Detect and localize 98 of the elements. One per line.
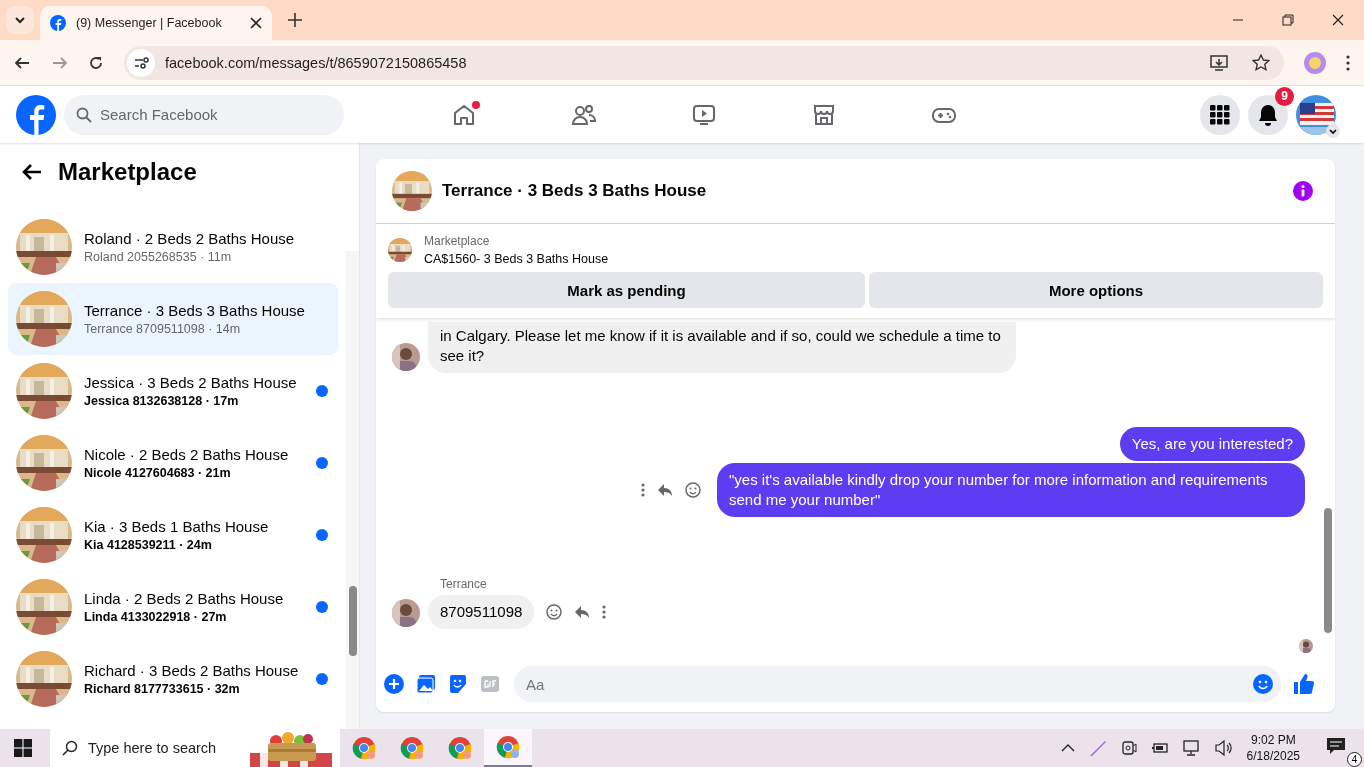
browser-icon bbox=[448, 736, 472, 760]
reload-icon[interactable] bbox=[88, 54, 104, 71]
grid-icon bbox=[1210, 104, 1230, 125]
browser-icon bbox=[352, 736, 376, 760]
notification-dot bbox=[472, 100, 480, 109]
video-icon bbox=[692, 102, 716, 127]
site-settings-icon[interactable] bbox=[127, 48, 155, 77]
message-bubble: in Calgary. Please let me know if it is available and if so, could we schedule a time to see it? bbox=[428, 322, 1016, 373]
conversation-item[interactable]: Nicole · 2 Beds 2 Baths House Nicole 4127604683 · 21m bbox=[8, 427, 338, 499]
reply-icon[interactable] bbox=[657, 482, 673, 498]
conversation-title: Kia · 3 Beds 1 Baths House bbox=[84, 518, 270, 535]
taskbar-app[interactable] bbox=[484, 729, 532, 767]
conversation-item[interactable]: Kia · 3 Beds 1 Baths House Kia 4128539211 · 24m bbox=[8, 499, 338, 571]
browser-icon bbox=[400, 736, 424, 760]
unread-dot bbox=[316, 673, 328, 685]
conversation-preview: Nicole 4127604683 · 21m bbox=[84, 466, 232, 480]
menu-button[interactable] bbox=[1200, 94, 1240, 135]
conversation-title: Linda · 2 Beds 2 Baths House bbox=[84, 590, 285, 607]
store-icon bbox=[812, 102, 836, 127]
notification-badge: 9 bbox=[1275, 86, 1294, 106]
info-icon[interactable] bbox=[1293, 181, 1313, 201]
unread-dot bbox=[316, 529, 328, 541]
scrollbar[interactable] bbox=[346, 251, 359, 729]
facebook-logo-icon bbox=[50, 15, 66, 31]
caret-icon bbox=[14, 14, 26, 26]
conversation-item[interactable]: Roland · 2 Beds 2 Baths House Roland 2055268535 · 11m bbox=[8, 211, 338, 283]
browser-icon bbox=[496, 735, 520, 759]
unread-dot bbox=[316, 457, 328, 469]
more-icon[interactable] bbox=[641, 483, 645, 497]
message-bubble: Yes, are you interested? bbox=[1119, 427, 1305, 461]
reply-icon[interactable] bbox=[574, 604, 591, 620]
search-field[interactable]: Search Facebook bbox=[64, 94, 344, 135]
pen-icon[interactable] bbox=[1088, 739, 1107, 757]
conversation-preview: Linda 4133022918 · 27m bbox=[84, 610, 228, 624]
install-icon[interactable] bbox=[1210, 53, 1228, 72]
star-icon[interactable] bbox=[1252, 53, 1270, 72]
restore-icon[interactable] bbox=[1282, 14, 1294, 26]
clock[interactable]: 9:02 PM 6/18/2025 bbox=[1246, 732, 1300, 764]
conversation-preview: Roland 2055268535 · 11m bbox=[84, 250, 233, 264]
bell-icon bbox=[1258, 103, 1278, 126]
plus-icon[interactable] bbox=[384, 674, 404, 694]
back-icon[interactable] bbox=[22, 162, 42, 181]
emoji-icon[interactable] bbox=[685, 482, 701, 498]
chevron-up-icon[interactable] bbox=[1060, 743, 1075, 753]
notifications-icon[interactable] bbox=[1326, 737, 1346, 755]
unread-dot bbox=[316, 601, 328, 613]
more-icon[interactable] bbox=[602, 605, 607, 619]
sticker-icon[interactable] bbox=[448, 674, 468, 694]
people-icon bbox=[571, 102, 597, 127]
conversation-preview: Richard 8177733615 · 32m bbox=[84, 682, 241, 696]
conversation-title: Richard · 3 Beds 2 Baths House bbox=[84, 662, 300, 679]
sidebar-title: Marketplace bbox=[58, 157, 197, 186]
back-icon[interactable] bbox=[14, 54, 30, 71]
conversation-title: Jessica · 3 Beds 2 Baths House bbox=[84, 374, 298, 391]
menu-icon[interactable] bbox=[1346, 54, 1350, 71]
forward-icon[interactable] bbox=[52, 54, 68, 71]
chat-title: Terrance · 3 Beds 3 Baths House bbox=[442, 181, 707, 201]
conversation-preview: Terrance 8709511098 · 14m bbox=[84, 322, 242, 336]
listing-title: CA$1560- 3 Beds 3 Baths House bbox=[424, 252, 609, 266]
image-icon[interactable] bbox=[416, 674, 436, 694]
conversation-title: Terrance · 3 Beds 3 Baths House bbox=[84, 302, 306, 319]
close-icon[interactable] bbox=[1332, 14, 1344, 26]
search-icon bbox=[76, 106, 92, 123]
conversation-item[interactable]: Jessica · 3 Beds 2 Baths House Jessica 8132638128 · 17m bbox=[8, 355, 338, 427]
thumbs-up-icon[interactable] bbox=[1293, 673, 1315, 695]
home-icon bbox=[452, 102, 476, 127]
conversation-item[interactable]: Richard · 3 Beds 2 Baths House Richard 8177733615 · 32m bbox=[8, 643, 338, 715]
search-icon bbox=[62, 740, 78, 756]
address-bar[interactable]: facebook.com/messages/t/8659072150865458 bbox=[124, 45, 1284, 80]
url-text: facebook.com/messages/t/8659072150865458 bbox=[165, 54, 467, 71]
network-icon[interactable] bbox=[1182, 740, 1201, 756]
facebook-logo-icon[interactable] bbox=[16, 94, 56, 135]
conversation-item[interactable]: Linda · 2 Beds 2 Baths House Linda 4133022918 · 27m bbox=[8, 571, 338, 643]
browser-tab[interactable]: (9) Messenger | Facebook bbox=[40, 6, 272, 40]
listing-action-button[interactable]: Mark as pending bbox=[388, 272, 865, 308]
listing-action-button[interactable]: More options bbox=[869, 272, 1323, 308]
battery-icon[interactable] bbox=[1150, 741, 1169, 755]
close-icon[interactable] bbox=[250, 17, 262, 29]
speaker-icon[interactable] bbox=[1214, 740, 1233, 756]
new-tab-icon[interactable] bbox=[288, 13, 302, 27]
message-field[interactable]: Aa bbox=[514, 666, 1281, 702]
conversation-item[interactable]: Terrance · 3 Beds 3 Baths House Terrance 8709511098 · 14m bbox=[8, 283, 338, 355]
message-bubble: 8709511098 bbox=[428, 595, 535, 629]
sender-name: Terrance bbox=[440, 577, 488, 591]
conversation-title: Nicole · 2 Beds 2 Baths House bbox=[84, 446, 290, 463]
unread-dot bbox=[316, 385, 328, 397]
windows-start-icon[interactable] bbox=[14, 739, 32, 757]
message-bubble: "yes it's available kindly drop your number for more information and requirements send me your number" bbox=[717, 463, 1305, 517]
conversation-title: Roland · 2 Beds 2 Baths House bbox=[84, 230, 296, 247]
tab-search-button[interactable] bbox=[6, 6, 34, 34]
chevron-icon[interactable] bbox=[1326, 123, 1340, 138]
notification-badge: 4 bbox=[1347, 752, 1362, 767]
listing-label: Marketplace bbox=[424, 234, 491, 248]
emoji-icon[interactable] bbox=[1253, 674, 1273, 694]
conversation-preview: Jessica 8132638128 · 17m bbox=[84, 394, 240, 408]
conversation-preview: Kia 4128539211 · 24m bbox=[84, 538, 213, 552]
emoji-icon[interactable] bbox=[546, 604, 563, 620]
camera-icon[interactable] bbox=[1120, 740, 1137, 756]
